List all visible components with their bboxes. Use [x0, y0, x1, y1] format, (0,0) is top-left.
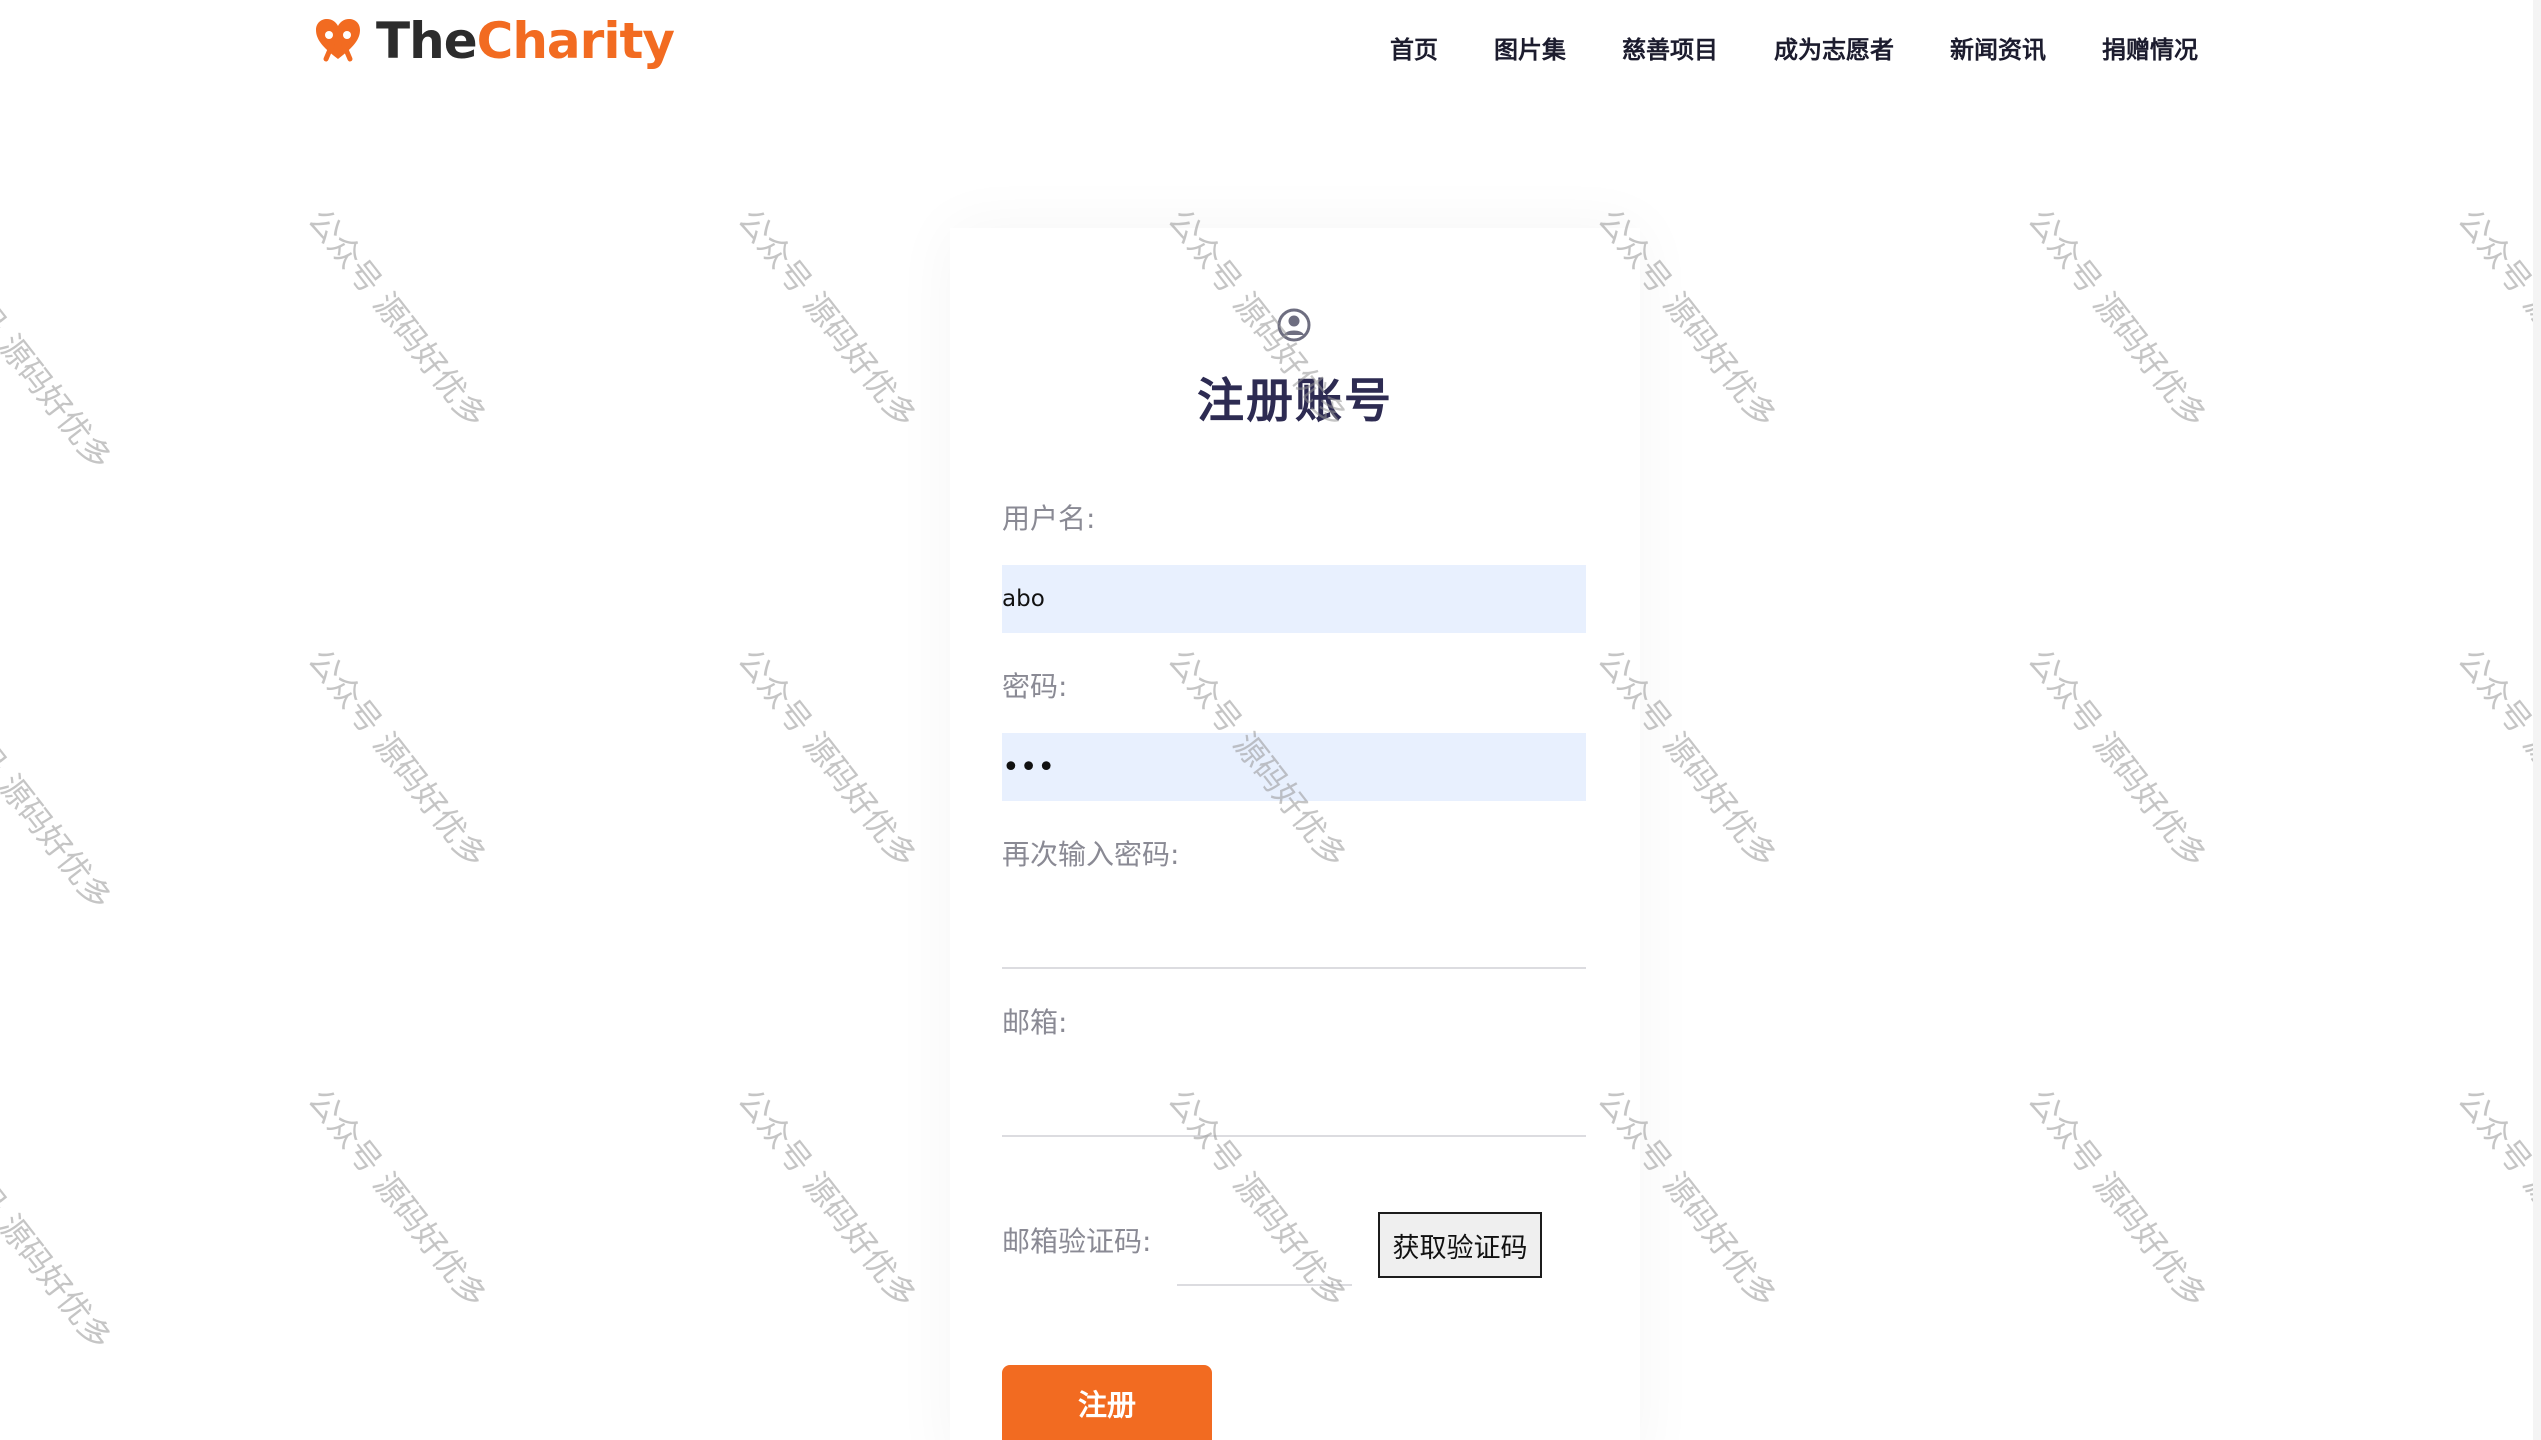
brand-name: TheCharity: [376, 16, 675, 66]
watermark: 公众号 源码好优多: [2020, 1081, 2215, 1315]
email-label: 邮箱:: [1002, 1006, 1068, 1039]
watermark: 公众号 源码好优多: [730, 201, 925, 435]
watermark: 公众号 源码好优多: [300, 1081, 495, 1315]
confirm-password-input[interactable]: [1002, 901, 1586, 969]
nav-item-gallery[interactable]: 图片集: [1494, 30, 1566, 65]
email-code-input[interactable]: [1177, 1224, 1352, 1286]
user-circle-icon: [1277, 308, 1311, 342]
watermark: 公众号 源码好优多: [730, 641, 925, 875]
watermark: 公众号 源码好优多: [0, 1123, 120, 1357]
confirm-password-label: 再次输入密码:: [1002, 838, 1180, 871]
email-input[interactable]: [1002, 1069, 1586, 1137]
brand-logo[interactable]: TheCharity: [312, 6, 675, 76]
scrollbar-track[interactable]: [2533, 0, 2541, 1440]
register-button[interactable]: 注册: [1002, 1365, 1212, 1440]
watermark: 公众号 源码好优多: [2020, 641, 2215, 875]
get-code-button[interactable]: 获取验证码: [1378, 1212, 1542, 1278]
watermark: 公众号 源码好优多: [2450, 641, 2541, 875]
watermark: 公众号 源码好优多: [300, 641, 495, 875]
watermark: 公众号 源码好优多: [2450, 1081, 2541, 1315]
nav-item-projects[interactable]: 慈善项目: [1622, 30, 1718, 65]
username-input[interactable]: [1002, 565, 1586, 633]
watermark: 公众号 源码好优多: [0, 683, 120, 917]
email-code-label: 邮箱验证码:: [1002, 1225, 1152, 1258]
watermark: 公众号 源码好优多: [0, 243, 120, 477]
nav-item-news[interactable]: 新闻资讯: [1950, 30, 2046, 65]
nav-item-home[interactable]: 首页: [1390, 30, 1438, 65]
nav-item-donations[interactable]: 捐赠情况: [2102, 30, 2198, 65]
registration-page: TheCharity 首页 图片集 慈善项目 成为志愿者 新闻资讯 捐赠情况 注…: [0, 0, 2541, 1440]
password-label: 密码:: [1002, 670, 1068, 703]
watermark: 公众号 源码好优多: [300, 201, 495, 435]
brand-name-the: The: [376, 12, 478, 70]
heart-hands-icon: [316, 19, 360, 62]
password-input[interactable]: [1002, 733, 1586, 801]
form-title: 注册账号: [1197, 374, 1393, 429]
watermark: 公众号 源码好优多: [730, 1081, 925, 1315]
watermark: 公众号 源码好优多: [2450, 201, 2541, 435]
main-nav: 首页 图片集 慈善项目 成为志愿者 新闻资讯 捐赠情况: [1390, 30, 2198, 65]
watermark: 公众号 源码好优多: [2020, 201, 2215, 435]
username-label: 用户名:: [1002, 502, 1096, 535]
brand-name-charity: Charity: [476, 12, 675, 70]
nav-item-volunteer[interactable]: 成为志愿者: [1774, 30, 1894, 65]
